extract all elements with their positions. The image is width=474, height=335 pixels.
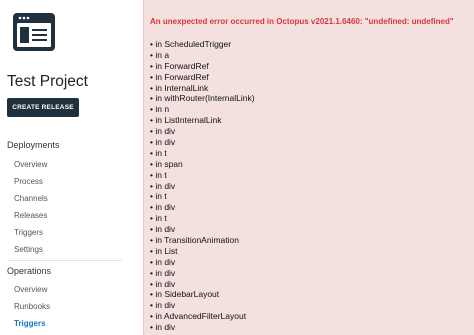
stack-frame: • in ForwardRef xyxy=(150,71,209,82)
create-release-button[interactable]: CREATE RELEASE xyxy=(7,98,79,117)
stack-frame: • in t xyxy=(150,213,167,224)
sidebar: Test Project CREATE RELEASE Deployments … xyxy=(0,0,129,335)
project-logo-icon xyxy=(13,13,55,51)
stack-frame: • in div xyxy=(150,267,176,278)
stack-frame: • in List xyxy=(150,245,178,256)
nav-item-settings[interactable]: Settings xyxy=(14,245,43,254)
stack-frame: • in div xyxy=(150,180,176,191)
stack-frame: • in ScheduledTrigger xyxy=(150,39,232,49)
stack-frame: • in div xyxy=(150,256,176,267)
sidebar-divider xyxy=(7,260,122,261)
stack-frame: • in a xyxy=(150,49,170,60)
section-title-operations: Operations xyxy=(7,266,52,276)
stack-frame: • in div xyxy=(150,322,176,333)
nav-item-runbooks[interactable]: Runbooks xyxy=(14,302,50,311)
nav-item-operations-triggers[interactable]: Triggers xyxy=(14,319,46,328)
stack-frame: • in t xyxy=(150,191,167,202)
stack-frame: • in ListInternalLink xyxy=(150,115,222,126)
nav-item-releases[interactable]: Releases xyxy=(14,211,47,220)
project-title: Test Project xyxy=(7,73,88,90)
stack-frame: • in ForwardRef xyxy=(150,60,209,71)
error-title: An unexpected error occurred in Octopus … xyxy=(150,17,454,26)
stack-frame: • in t xyxy=(150,169,167,180)
stack-frame: • in div xyxy=(150,126,176,137)
stack-frame: • in div xyxy=(150,224,176,235)
stack-frame: • in n xyxy=(150,104,170,115)
nav-item-deployments-overview[interactable]: Overview xyxy=(14,160,47,169)
stack-frame: • in TransitionAnimation xyxy=(150,235,239,246)
nav-item-process[interactable]: Process xyxy=(14,177,43,186)
nav-item-operations-overview[interactable]: Overview xyxy=(14,285,47,294)
stack-frame: • in div xyxy=(150,137,176,148)
stack-frame: • in span xyxy=(150,158,183,169)
stack-frame: • in AdvancedFilterLayout xyxy=(150,311,247,322)
stack-frame: • in t xyxy=(150,147,167,158)
error-stack-list: • in ScheduledTrigger • in a • in ForwardR… xyxy=(150,39,255,335)
error-panel: An unexpected error occurred in Octopus … xyxy=(143,0,474,335)
stack-frame: • in SidebarLayout xyxy=(150,289,220,300)
stack-frame: • in div xyxy=(150,202,176,213)
stack-frame: • in withRouter(InternalLink) xyxy=(150,93,255,104)
nav-item-deployments-triggers[interactable]: Triggers xyxy=(14,228,43,237)
section-title-deployments: Deployments xyxy=(7,140,60,150)
stack-frame: • in div xyxy=(150,278,176,289)
stack-frame: • in div xyxy=(150,300,176,311)
stack-frame: • in InternalLink xyxy=(150,82,209,93)
nav-item-channels[interactable]: Channels xyxy=(14,194,48,203)
